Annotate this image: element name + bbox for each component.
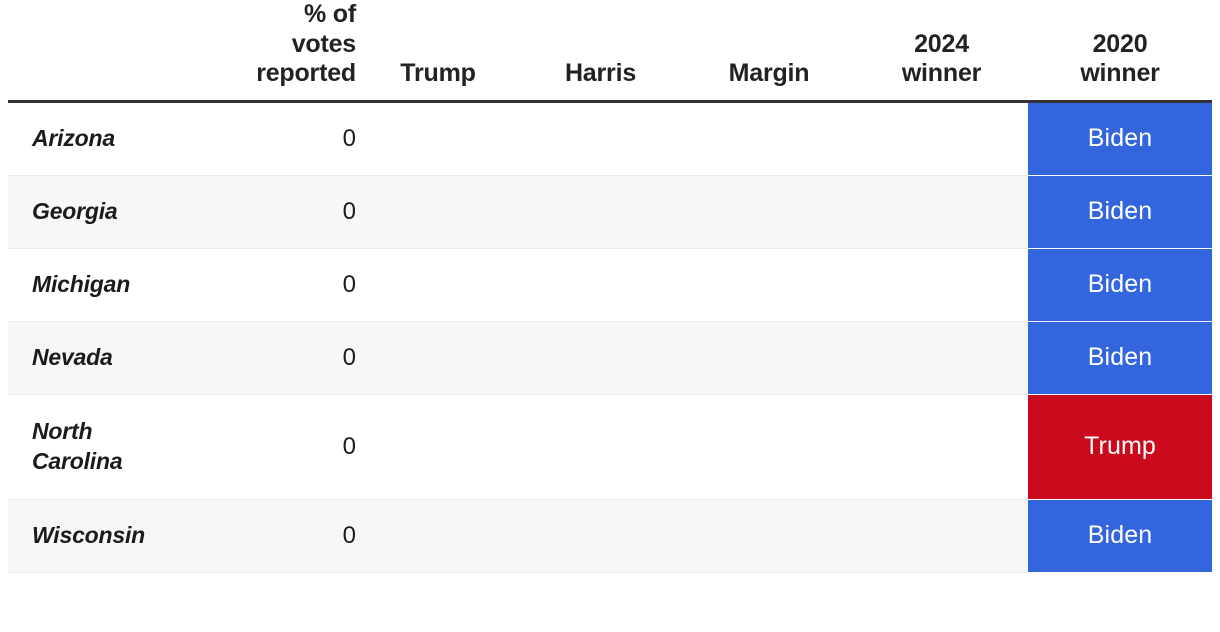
state-name-cell: Michigan [32, 270, 131, 297]
table-row[interactable]: Georgia 0 Biden [8, 174, 1212, 249]
table-row[interactable]: Arizona 0 Biden [8, 101, 1212, 175]
margin-cell [683, 320, 855, 395]
state-name-cell: North Carolina [32, 418, 123, 474]
winner-2020-cell: Biden [1028, 499, 1212, 572]
percent-reported-cell: 0 [342, 124, 356, 152]
table-row[interactable]: Nevada 0 Biden [8, 320, 1212, 395]
harris-votes-cell [518, 174, 683, 249]
winner-2024-cell [855, 248, 1028, 321]
table-row[interactable]: North Carolina 0 Trump [8, 394, 1212, 499]
winner-2024-badge [855, 249, 1028, 321]
winner-2020-cell: Biden [1028, 175, 1212, 248]
winner-2024-badge [855, 103, 1028, 175]
trump-votes-cell [358, 320, 518, 395]
table-body: Arizona 0 Biden Georgia 0 Biden Michigan 0 Biden… [8, 101, 1212, 573]
margin-cell [683, 394, 855, 499]
trump-votes-cell [358, 101, 518, 175]
margin-cell [683, 498, 855, 573]
harris-votes-cell [518, 498, 683, 573]
header-row: % of votes reported Trump Harris Margin … [8, 0, 1212, 103]
winner-2020-badge: Biden [1028, 248, 1212, 321]
column-header-state[interactable] [8, 0, 218, 103]
winner-2020-badge: Biden [1028, 499, 1212, 572]
table-row[interactable]: Michigan 0 Biden [8, 248, 1212, 321]
winner-2020-cell: Biden [1028, 101, 1212, 175]
winner-2020-badge: Biden [1028, 175, 1212, 248]
percent-reported-cell: 0 [218, 498, 358, 573]
winner-2020-badge: Biden [1028, 102, 1212, 175]
column-header-trump[interactable]: Trump [358, 0, 518, 103]
winner-2020-badge: Trump [1028, 394, 1212, 499]
column-header-winner-2024[interactable]: 2024 winner [855, 0, 1028, 103]
winner-2024-cell [855, 394, 1028, 499]
winner-2020-cell: Biden [1028, 321, 1212, 394]
winner-2020-cell: Biden [1028, 248, 1212, 321]
trump-votes-cell [358, 394, 518, 499]
margin-cell [683, 174, 855, 249]
harris-votes-cell [518, 248, 683, 321]
harris-votes-cell [518, 394, 683, 499]
table-header: % of votes reported Trump Harris Margin … [8, 0, 1212, 103]
swing-state-results-table: % of votes reported Trump Harris Margin … [8, 0, 1212, 573]
state-name-cell: Arizona [32, 124, 115, 151]
winner-2024-badge [855, 500, 1028, 572]
election-results-table: % of votes reported Trump Harris Margin … [0, 0, 1220, 632]
winner-2024-cell [855, 101, 1028, 175]
column-header-winner-2020[interactable]: 2020 winner [1028, 0, 1212, 103]
winner-2020-cell: Trump [1028, 394, 1212, 499]
margin-cell [683, 248, 855, 321]
harris-votes-cell [518, 320, 683, 395]
winner-2024-cell [855, 498, 1028, 573]
trump-votes-cell [358, 248, 518, 321]
harris-votes-cell [518, 101, 683, 175]
winner-2024-cell [855, 320, 1028, 395]
margin-cell [683, 101, 855, 175]
column-header-percent-reported[interactable]: % of votes reported [218, 0, 358, 103]
trump-votes-cell [358, 174, 518, 249]
winner-2024-badge [855, 176, 1028, 248]
winner-2024-badge [855, 322, 1028, 394]
winner-2020-badge: Biden [1028, 321, 1212, 394]
state-name-cell: Nevada [8, 320, 218, 395]
state-name-cell: Wisconsin [8, 498, 218, 573]
state-name-cell: Georgia [8, 174, 218, 249]
trump-votes-cell [358, 498, 518, 573]
winner-2024-cell [855, 174, 1028, 249]
percent-reported-cell: 0 [342, 432, 356, 460]
table-row[interactable]: Wisconsin 0 Biden [8, 498, 1212, 573]
percent-reported-cell: 0 [218, 320, 358, 395]
winner-2024-badge [855, 395, 1028, 499]
percent-reported-cell: 0 [218, 174, 358, 249]
column-header-harris[interactable]: Harris [518, 0, 683, 103]
percent-reported-cell: 0 [342, 270, 356, 298]
column-header-margin[interactable]: Margin [683, 0, 855, 103]
